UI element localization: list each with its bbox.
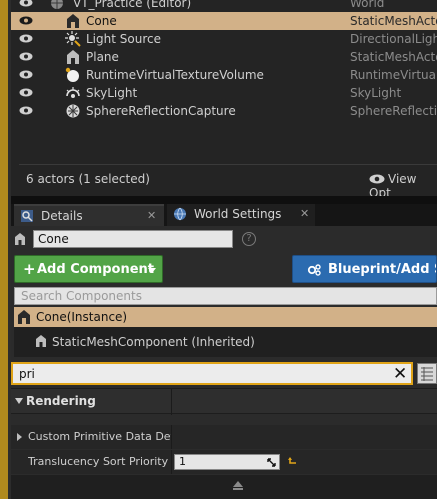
eye-icon[interactable] [19,16,33,25]
eye-icon[interactable] [19,88,33,97]
column-splitter[interactable] [171,450,172,474]
outliner-row-type: SkyLight [350,86,402,100]
bottom-collapse-bar[interactable] [11,475,437,499]
eye-icon [369,174,385,184]
skylight-icon [66,87,80,98]
outliner-row-cone[interactable]: Cone StaticMeshActor [11,12,437,30]
property-matrix-button[interactable] [417,363,437,384]
outliner-row-label: Light Source [86,32,161,46]
blueprint-add-script-button[interactable]: Blueprint/Add Sc [292,255,437,283]
column-splitter[interactable] [171,425,172,449]
static-mesh-icon [18,310,30,324]
outliner-row-world[interactable]: VT_Practice (Editor) World [11,0,437,12]
tab-world-settings[interactable]: World Settings ✕ [167,204,315,226]
search-components-input[interactable]: Search Components [14,287,437,305]
world-outliner: VT_Practice (Editor) World Cone StaticMe… [11,0,437,200]
eye-icon[interactable] [19,106,33,115]
outliner-row-label: Cone [86,14,117,28]
chevron-down-icon [15,398,23,404]
close-icon[interactable]: ✕ [300,207,309,220]
outliner-row-type: DirectionalLight [350,32,437,46]
property-custom-primitive-data[interactable]: Custom Primitive Data Defau [11,425,437,449]
add-component-button[interactable]: + Add Component [14,255,163,283]
viewport-border [0,0,8,499]
eye-icon[interactable] [19,70,33,79]
outliner-row-label: SkyLight [86,86,138,100]
world-icon [51,0,63,9]
outliner-row-light-source[interactable]: Light Source DirectionalLight [11,30,437,48]
eye-icon[interactable] [19,34,33,43]
collapse-bar-line [233,488,243,490]
component-row-static-mesh[interactable]: StaticMeshComponent (Inherited) [52,335,255,349]
translucency-sort-priority-input[interactable]: 1 [174,454,280,470]
tab-label: Details [41,209,83,223]
actor-count: 6 actors (1 selected) [26,172,150,186]
static-mesh-icon [67,14,79,28]
sphere-icon [65,67,79,82]
reflection-capture-icon [66,104,80,118]
property-search-value: pri [19,367,35,381]
help-icon[interactable]: ? [242,232,256,246]
outliner-divider [19,164,437,165]
globe-icon [174,207,186,221]
category-label: Rendering [26,394,96,408]
reset-to-default-icon[interactable] [287,455,299,467]
component-row-instance[interactable]: Cone(Instance) [14,307,437,327]
property-label: Custom Primitive Data Defau [28,430,171,443]
outliner-row-skylight[interactable]: SkyLight SkyLight [11,84,437,102]
panel-splitter[interactable] [11,196,437,204]
outliner-row-type: StaticMeshActor [350,50,437,64]
outliner-row-plane[interactable]: Plane StaticMeshActor [11,48,437,66]
tab-label: World Settings [194,207,282,221]
outliner-row-label: Plane [86,50,119,64]
actor-name-input[interactable]: Cone [33,230,233,248]
property-search-input[interactable]: pri ✕ [11,362,413,385]
details-panel: Cone ? + Add Component Blueprint/Add Sc … [11,226,437,499]
category-rendering[interactable]: Rendering [11,388,437,415]
static-mesh-icon [67,50,79,64]
outliner-row-type: StaticMeshActor [350,14,437,28]
blueprint-label: Blueprint/Add Sc [328,262,436,277]
outliner-row-type: RuntimeVirtualT [350,68,437,82]
directional-light-icon [65,31,81,47]
plus-icon: + [23,260,36,278]
outliner-row-label: VT_Practice (Editor) [73,0,192,10]
outliner-row-type: World [350,0,385,10]
editor-panels: VT_Practice (Editor) World Cone StaticMe… [11,0,437,499]
outliner-row-reflection-capture[interactable]: SphereReflectionCapture SphereReflection [11,102,437,120]
property-translucency-sort-priority: Translucency Sort Priority 1 [11,450,437,474]
close-icon[interactable]: ✕ [147,209,156,222]
clear-search-icon[interactable]: ✕ [393,364,407,384]
gears-icon [307,264,321,276]
grid-icon [421,367,433,381]
outliner-row-label: RuntimeVirtualTextureVolume [86,68,264,82]
outliner-row-type: SphereReflection [350,104,437,118]
eye-icon[interactable] [19,52,33,61]
column-splitter[interactable] [171,389,172,415]
eye-icon[interactable] [19,0,33,7]
static-mesh-icon [36,335,46,347]
tab-bar: Details ✕ World Settings ✕ [11,204,437,226]
outliner-row-label: SphereReflectionCapture [86,104,236,118]
numeric-value: 1 [179,455,186,468]
property-label: Translucency Sort Priority [28,455,169,468]
component-label: Cone(Instance) [36,310,128,324]
collapse-up-icon[interactable] [233,481,243,487]
add-component-label: Add Component [37,262,154,277]
outliner-row-rvt-volume[interactable]: RuntimeVirtualTextureVolume RuntimeVirtu… [11,66,437,84]
component-tree: StaticMeshComponent (Inherited) [14,327,437,357]
chevron-down-icon [148,268,156,273]
chevron-right-icon[interactable] [17,433,22,441]
static-mesh-icon [15,233,25,245]
magnifier-icon [21,210,33,222]
resize-arrows-icon[interactable] [267,458,276,467]
tab-details[interactable]: Details ✕ [14,204,164,226]
